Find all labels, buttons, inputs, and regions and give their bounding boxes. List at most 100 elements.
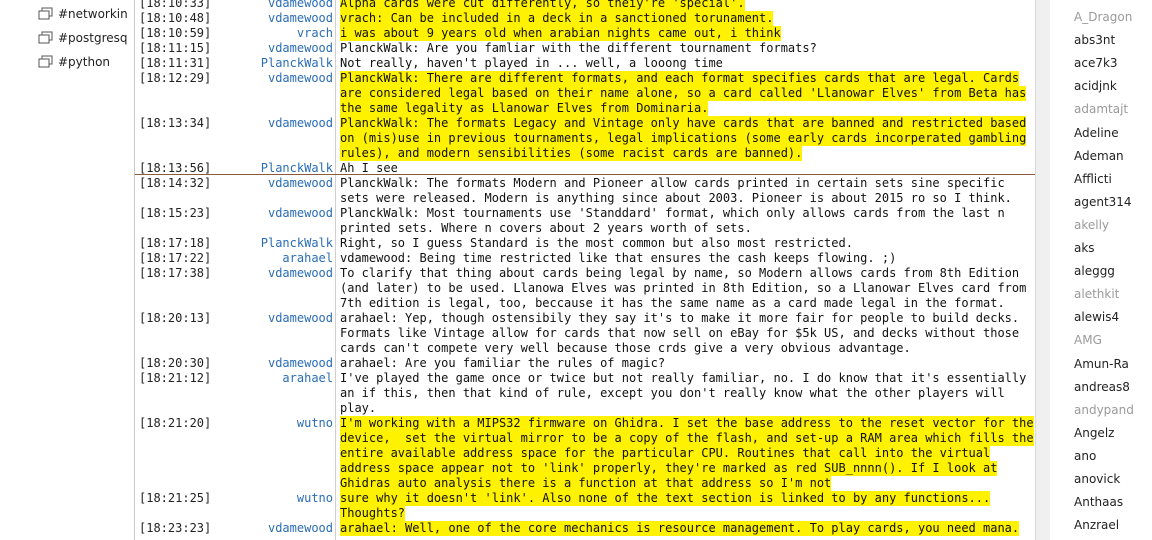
message-text-line: vrach: Can be included in a deck in a sa…	[340, 11, 774, 26]
user-list-item[interactable]: acidjnk	[1074, 79, 1117, 93]
message-nick[interactable]: vdamewood	[135, 11, 333, 26]
user-list-item[interactable]: aleggg	[1074, 264, 1115, 278]
message-nick[interactable]: arahael	[135, 371, 333, 386]
channel-icon	[38, 55, 54, 69]
message-text-line: Not really, haven't played in ... well, …	[340, 56, 723, 70]
user-list-item[interactable]: ace7k3	[1074, 56, 1118, 70]
message-text-line: Right, so I guess Standard is the most c…	[340, 236, 853, 250]
message-text-line: device, set the virtual mirror to be a c…	[340, 431, 1034, 446]
message-text-line: I've played the game once or twice but n…	[340, 371, 1027, 385]
message-text-line: Ghidras auto analysis there is a functio…	[340, 476, 832, 491]
message-nick[interactable]: vdamewood	[135, 41, 333, 56]
user-list-item[interactable]: abs3nt	[1074, 33, 1115, 47]
message-text-line: PlanckWalk: The formats Modern and Pione…	[340, 176, 1005, 190]
message-text-line: vdamewood: Being time restricted like th…	[340, 251, 897, 265]
message-row: [18:11:15] vdamewood PlanckWalk: Are you f…	[135, 41, 1035, 56]
channel-list: #networkin #postgresq #python	[0, 0, 134, 540]
message-nick[interactable]: vdamewood	[135, 356, 333, 371]
user-list-item[interactable]: Anthaas	[1074, 495, 1123, 509]
user-list-item[interactable]: Afflicti	[1074, 172, 1112, 186]
message-text-line: printed sets. Where n covers about 2 yea…	[340, 221, 752, 235]
message-text-line: arahael: Are you familiar the rules of m…	[340, 356, 666, 370]
message-row: [18:21:20] wutno I'm working with a MIPS32…	[135, 416, 1035, 491]
user-list-item[interactable]: agent314	[1074, 195, 1132, 209]
channel-icon	[38, 31, 54, 45]
user-list-item[interactable]: Ademan	[1074, 149, 1124, 163]
user-list-item[interactable]: anovick	[1074, 472, 1120, 486]
message-text-line: i was about 9 years old when arabian nig…	[340, 26, 781, 41]
message-row: [18:17:22] arahael vdamewood: Being time r…	[135, 251, 1035, 266]
message-row: [18:21:12] arahael I've played the game on…	[135, 371, 1035, 416]
channel-label: #postgresq	[58, 31, 128, 45]
message-text-line: Formats like Vintage allow for cards tha…	[340, 326, 1020, 340]
message-text-line: sets were released. Modern is anything s…	[340, 191, 1012, 205]
message-text-line: To clarify that thing about cards being …	[340, 266, 1020, 280]
user-list-item[interactable]: aks	[1074, 241, 1095, 255]
message-nick[interactable]: arahael	[135, 251, 333, 266]
message-row: [18:17:18] PlanckWalk Right, so I guess St…	[135, 236, 1035, 251]
message-nick[interactable]: vdamewood	[135, 0, 333, 11]
message-text-line: entire available address space for the p…	[340, 446, 991, 461]
message-row: [18:15:23] vdamewood PlanckWalk: Most tour…	[135, 206, 1035, 236]
message-text-line: PlanckWalk: The formats Legacy and Vinta…	[340, 116, 1027, 131]
message-row: [18:10:48] vdamewood vrach: Can be include…	[135, 11, 1035, 26]
message-nick[interactable]: vdamewood	[135, 176, 333, 191]
message-nick[interactable]: PlanckWalk	[135, 161, 333, 176]
message-row: [18:13:56] PlanckWalk Ah I see	[135, 161, 1035, 176]
user-list[interactable]: A_Dragon abs3nt ace7k3 acidjnk adamtajt Adeli…	[1050, 0, 1152, 540]
message-nick[interactable]: vdamewood	[135, 206, 333, 221]
message-nick[interactable]: wutno	[135, 416, 333, 431]
message-nick[interactable]: vdamewood	[135, 266, 333, 281]
message-nick[interactable]: vdamewood	[135, 521, 333, 536]
message-row: [18:20:13] vdamewood arahael: Yep, though …	[135, 311, 1035, 356]
user-list-item[interactable]: alethkit	[1074, 287, 1119, 301]
message-nick[interactable]: wutno	[135, 491, 333, 506]
message-row: [18:12:29] vdamewood PlanckWalk: There are…	[135, 71, 1035, 116]
user-list-item[interactable]: A_Dragon	[1074, 10, 1132, 24]
user-list-item[interactable]: Anzrael	[1074, 518, 1119, 532]
message-text-line: (and later) to be used. Llanowa Elves wa…	[340, 281, 1027, 295]
message-row: [18:21:25] wutno sure why it doesn't 'link…	[135, 491, 1035, 521]
user-list-item[interactable]: adamtajt	[1074, 102, 1128, 116]
message-row: [18:10:59] vrach i was about 9 years old w…	[135, 26, 1035, 41]
message-text-line: on (mis)use in previous tournaments, leg…	[340, 131, 1027, 146]
message-text-line: Ah I see	[340, 161, 398, 175]
user-list-item[interactable]: andypand	[1074, 403, 1134, 417]
user-list-item[interactable]: ano	[1074, 449, 1096, 463]
channel-item[interactable]: #networkin	[38, 5, 128, 23]
message-text-line: 7th edition is legal, too, beccause it h…	[340, 296, 1005, 310]
message-text-line: PlanckWalk: Most tournaments use 'Standd…	[340, 206, 1005, 220]
message-text-line: arahael: Yep, though ostensibily they sa…	[340, 311, 1020, 325]
message-nick[interactable]: PlanckWalk	[135, 56, 333, 71]
message-nick[interactable]: vdamewood	[135, 116, 333, 131]
channel-icon	[38, 7, 54, 21]
message-nick[interactable]: vrach	[135, 26, 333, 41]
message-row: [18:14:32] vdamewood PlanckWalk: The forma…	[135, 176, 1035, 206]
message-nick[interactable]: vdamewood	[135, 71, 333, 86]
message-nick[interactable]: vdamewood	[135, 311, 333, 326]
message-text-line: PlanckWalk: There are different formats,…	[340, 71, 1020, 86]
user-list-item[interactable]: akelly	[1074, 218, 1109, 232]
message-row: [18:20:30] vdamewood arahael: Are you fami…	[135, 356, 1035, 371]
message-row: [18:13:34] vdamewood PlanckWalk: The forma…	[135, 116, 1035, 161]
channel-label: #python	[58, 55, 111, 69]
chat-log[interactable]: [18:10:33] vdamewood Alpha cards were cut …	[135, 0, 1035, 540]
message-row: [18:11:31] PlanckWalk Not really, haven't …	[135, 56, 1035, 71]
user-list-item[interactable]: andreas8	[1074, 380, 1130, 394]
user-list-item[interactable]: Angelz	[1074, 426, 1114, 440]
user-list-item[interactable]: Adeline	[1074, 126, 1119, 140]
message-row: [18:23:23] vdamewood arahael: Well, one of…	[135, 521, 1035, 536]
message-row: [18:17:38] vdamewood To clarify that thing…	[135, 266, 1035, 311]
user-list-item[interactable]: Amun-Ra	[1074, 357, 1129, 371]
channel-label: #networkin	[58, 7, 128, 21]
channel-item[interactable]: #python	[38, 53, 110, 71]
user-list-item[interactable]: AMG	[1074, 333, 1102, 347]
message-text-line: I'm working with a MIPS32 firmware on Gh…	[340, 416, 1034, 431]
message-nick[interactable]: PlanckWalk	[135, 236, 333, 251]
message-text-line: play.	[340, 401, 377, 415]
message-text-line: sure why it doesn't 'link'. Also none of…	[340, 491, 991, 506]
user-list-item[interactable]: alewis4	[1074, 310, 1119, 324]
message-text-line: an if this, then that kind of rule, exce…	[340, 386, 1005, 400]
chat-scrollbar[interactable]	[1035, 0, 1051, 540]
channel-item[interactable]: #postgresq	[38, 29, 128, 47]
